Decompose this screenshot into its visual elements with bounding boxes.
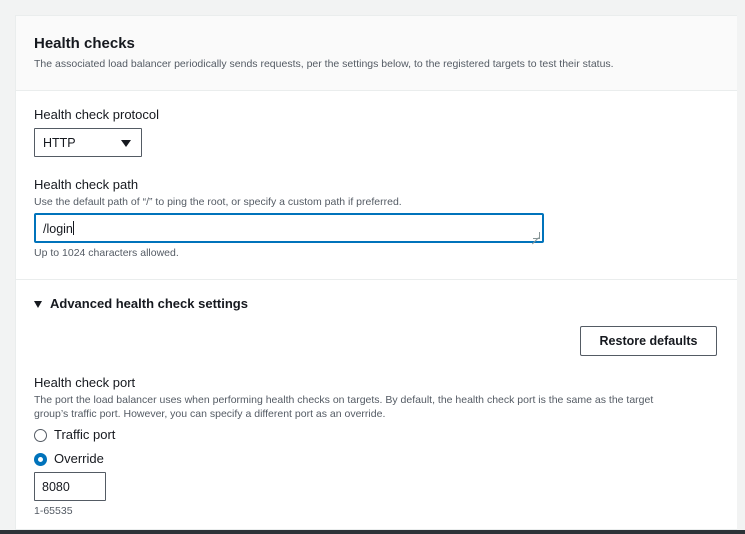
section-description: The associated load balancer periodicall… [34,58,614,70]
radio-traffic-port-label: Traffic port [54,427,116,442]
radio-checked-icon [34,453,47,466]
restore-defaults-button[interactable]: Restore defaults [580,326,717,356]
port-label: Health check port [34,375,136,390]
port-description-line-2: group’s traffic port. However, you can s… [34,408,386,420]
text-cursor [72,221,74,235]
override-port-input[interactable]: 8080 [34,472,106,501]
protocol-select[interactable]: HTTP [34,128,142,157]
health-check-path-input[interactable]: /login [34,213,544,243]
path-description: Use the default path of “/” to ping the … [34,196,402,208]
port-input-value: 8080 [42,480,70,494]
path-input-value: /login [43,222,73,236]
divider [16,279,737,280]
radio-override-label: Override [54,451,104,466]
advanced-settings-label: Advanced health check settings [50,296,248,311]
caret-down-icon [34,301,42,308]
bottom-bar [0,530,745,534]
path-constraint: Up to 1024 characters allowed. [34,247,179,259]
protocol-select-value: HTTP [43,136,76,150]
radio-unchecked-icon [34,429,47,442]
port-constraint: 1-65535 [34,505,73,517]
panel-header: Health checks The associated load balanc… [16,16,737,91]
health-checks-panel: Health checks The associated load balanc… [15,15,737,530]
section-title: Health checks [34,35,135,52]
resize-handle-icon[interactable] [533,232,540,239]
port-description-line-1: The port the load balancer uses when per… [34,394,654,406]
caret-down-icon [121,140,131,147]
path-label: Health check path [34,177,139,192]
protocol-label: Health check protocol [34,107,160,122]
